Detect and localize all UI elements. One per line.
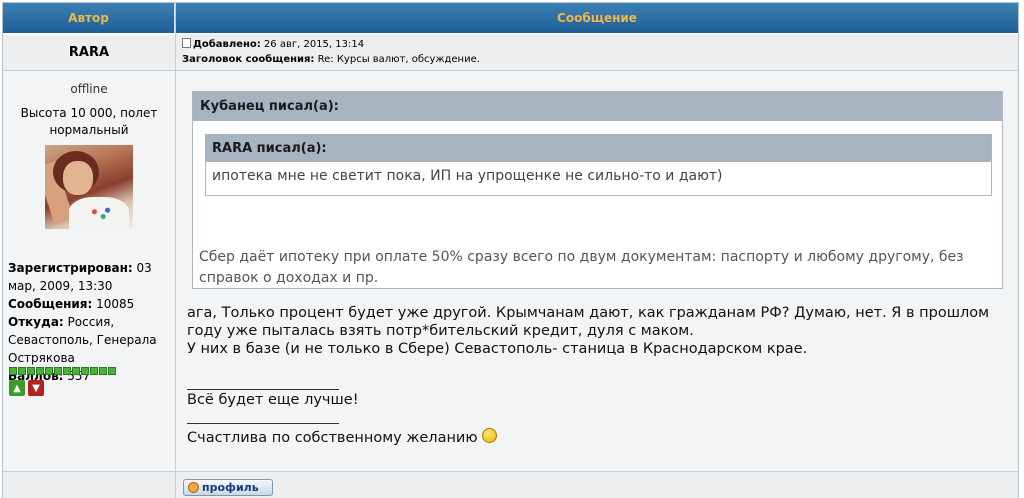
rating-star-icon	[54, 367, 62, 375]
rating-star-icon	[72, 367, 80, 375]
rating-star-icon	[18, 367, 26, 375]
registered-label: Зарегистрирован:	[8, 261, 133, 275]
signature-divider-2	[187, 423, 339, 424]
quote-block: Кубанец писал(а): RARA писал(а): ипотека…	[192, 91, 1003, 289]
subject-label: Заголовок сообщения:	[182, 54, 315, 65]
message-body: ага, Только процент будет уже другой. Кр…	[187, 304, 1007, 358]
quote-body: Сбер даёт ипотеку при оплате 50% сразу в…	[199, 249, 964, 286]
nested-quote-block: RARA писал(а): ипотека мне не светит пок…	[205, 134, 992, 196]
online-status: offline	[70, 82, 108, 96]
nested-quote-body: ипотека мне не светит пока, ИП на упроще…	[212, 168, 723, 184]
rating-star-icon	[108, 367, 116, 375]
post-meta: Добавлено: 26 авг, 2015, 13:14 Заголовок…	[176, 34, 1018, 70]
author-column-header: Автор	[3, 3, 175, 33]
from-label: Откуда:	[8, 315, 64, 329]
added-label: Добавлено:	[193, 39, 261, 50]
subject-value: Re: Курсы валют, обсуждение.	[317, 54, 480, 65]
smiley-icon	[481, 428, 497, 443]
signature-line-2-wrap: Счастлива по собственному желанию	[187, 428, 497, 446]
messages-label: Сообщения:	[8, 297, 93, 311]
profile-button-label: профиль	[202, 481, 259, 494]
rating-stars	[9, 367, 116, 375]
signature-line-2: Счастлива по собственному желанию	[187, 430, 478, 446]
added-date: 26 авг, 2015, 13:14	[263, 39, 365, 50]
message-line-2: У них в базе (и не только в Сбере) Севас…	[187, 341, 808, 357]
message-column-header: Сообщение	[176, 3, 1018, 33]
footer-left	[3, 472, 175, 498]
rating-star-icon	[45, 367, 53, 375]
post-icon[interactable]	[182, 38, 191, 48]
thumb-down-icon[interactable]: ▼	[28, 380, 44, 396]
signature-line-1: Всё будет еще лучше!	[187, 392, 359, 408]
rating-star-icon	[99, 367, 107, 375]
profile-icon	[188, 482, 199, 493]
reputation-buttons: ▲ ▼	[9, 380, 44, 396]
avatar	[45, 145, 133, 229]
rating-star-icon	[90, 367, 98, 375]
rating-star-icon	[36, 367, 44, 375]
rating-star-icon	[63, 367, 71, 375]
message-line-1: ага, Только процент будет уже другой. Кр…	[187, 305, 990, 339]
profile-button[interactable]: профиль	[183, 479, 273, 496]
rating-star-icon	[27, 367, 35, 375]
rating-star-icon	[81, 367, 89, 375]
thumb-up-icon[interactable]: ▲	[9, 380, 25, 396]
messages-value: 10085	[96, 297, 135, 311]
quote-header: Кубанец писал(а):	[193, 92, 1002, 121]
user-rank: Высота 10 000, полет нормальный	[20, 106, 158, 137]
footer-right	[176, 472, 1018, 498]
nested-quote-header: RARA писал(а):	[206, 135, 991, 162]
rating-star-icon	[9, 367, 17, 375]
signature-divider	[187, 389, 339, 390]
author-profile-panel: offline Высота 10 000, полет нормальный …	[3, 71, 175, 471]
post-author-name[interactable]: RARA	[3, 34, 175, 70]
